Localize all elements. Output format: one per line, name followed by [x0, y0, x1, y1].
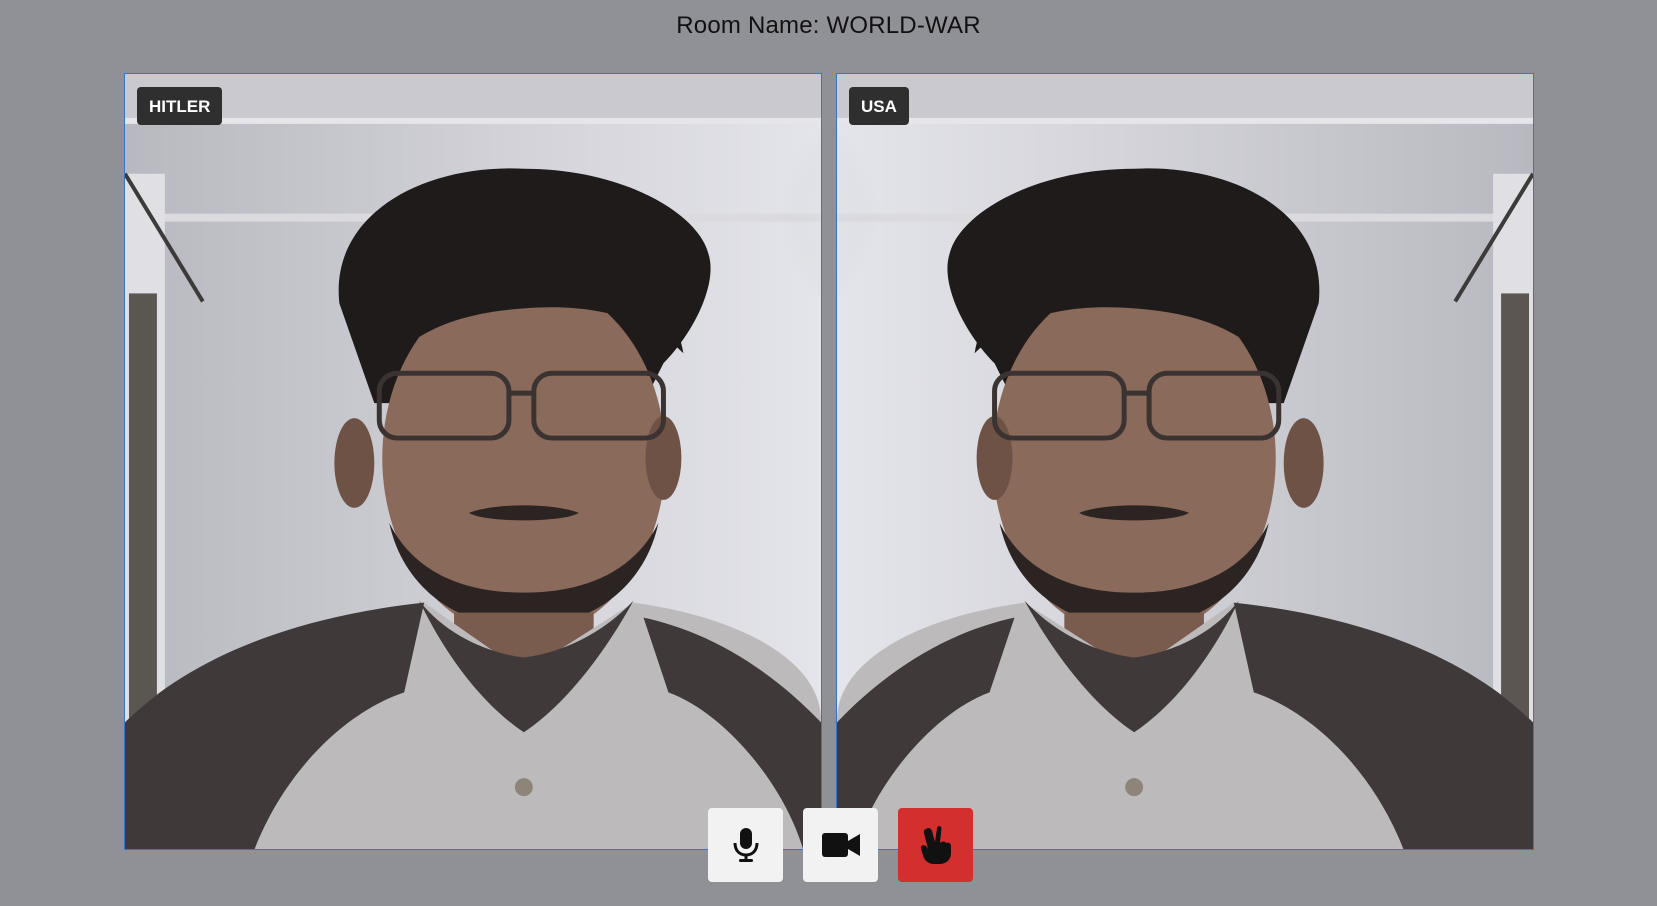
- microphone-icon: [733, 828, 758, 862]
- video-call-page: Room Name: WORLD-WAR HITLER USA: [0, 0, 1657, 906]
- call-controls: [708, 808, 973, 882]
- participant-name-badge: USA: [849, 87, 909, 125]
- video-camera-icon: [821, 833, 860, 857]
- participant-video-feed: [837, 74, 1533, 849]
- participant-video-feed: [125, 74, 821, 849]
- camera-toggle-button[interactable]: [803, 808, 878, 882]
- hand-peace-icon: [920, 826, 951, 864]
- participant-video-tile: USA: [836, 73, 1534, 850]
- participant-video-tile: HITLER: [124, 73, 822, 850]
- room-name-title: Room Name: WORLD-WAR: [676, 12, 981, 39]
- microphone-toggle-button[interactable]: [708, 808, 783, 882]
- participant-name-badge: HITLER: [137, 87, 223, 125]
- leave-call-button[interactable]: [898, 808, 973, 882]
